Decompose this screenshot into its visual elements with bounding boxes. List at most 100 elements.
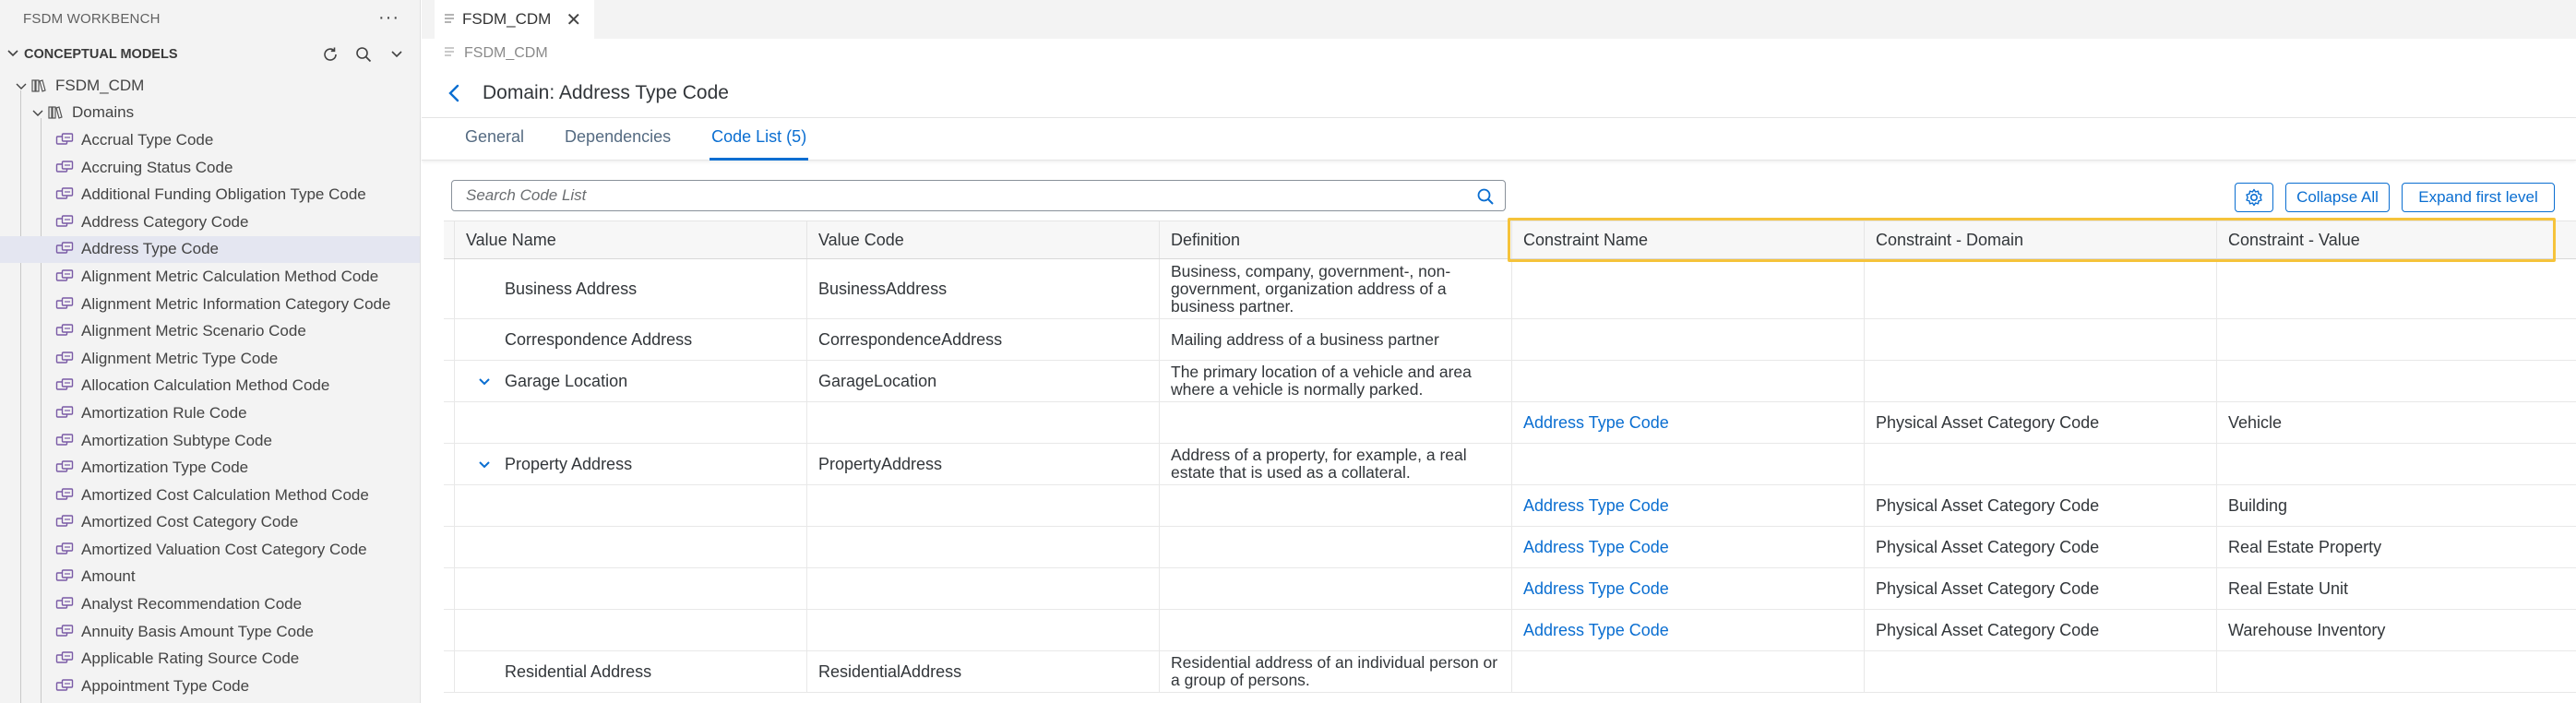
workbench-header: FSDM WORKBENCH ··· — [0, 0, 420, 37]
domain-icon — [55, 131, 74, 149]
constraint-name-link[interactable]: Address Type Code — [1523, 413, 1669, 432]
chevron-down-icon[interactable] — [387, 44, 407, 65]
folder-icon — [46, 103, 65, 122]
sidebar-item-domain[interactable]: Analyst Recommendation Code — [0, 590, 420, 618]
table-row[interactable]: Address Type Code Physical Asset Category… — [444, 568, 2576, 610]
expand-first-level-button[interactable]: Expand first level — [2402, 183, 2555, 212]
sidebar-item-domain[interactable]: Additional Funding Obligation Type Code — [0, 181, 420, 209]
column-header[interactable]: Constraint Name — [1512, 221, 1865, 258]
value-code-cell — [807, 527, 1160, 567]
file-lines-icon — [444, 10, 455, 29]
more-actions-icon[interactable]: ··· — [378, 7, 400, 29]
constraint-name-link[interactable]: Address Type Code — [1523, 496, 1669, 515]
sidebar-item-label: Additional Funding Obligation Type Code — [81, 185, 366, 204]
column-header[interactable]: Constraint - Value — [2217, 221, 2576, 258]
row-selector[interactable] — [444, 610, 455, 650]
back-arrow-icon[interactable] — [444, 82, 466, 104]
tab-dependencies[interactable]: Dependencies — [565, 127, 671, 160]
column-header[interactable]: Value Code — [807, 221, 1160, 258]
sidebar-item-domain[interactable]: Amortization Subtype Code — [0, 427, 420, 455]
table-settings-button[interactable] — [2235, 183, 2273, 212]
sidebar-item-domain[interactable]: Address Type Code — [0, 235, 420, 264]
value-name: Business Address — [505, 280, 638, 298]
search-icon[interactable] — [1475, 186, 1496, 207]
table-row[interactable]: Address Type Code Physical Asset Category… — [444, 485, 2576, 527]
row-selector[interactable] — [444, 259, 455, 318]
tab-code-list[interactable]: Code List (5) — [710, 127, 809, 161]
sidebar-item-domain[interactable]: Allocation Calculation Method Code — [0, 373, 420, 400]
definition-text: Address of a property, for example, a re… — [1171, 446, 1467, 482]
sidebar-item-domain[interactable]: Annuity Basis Amount Type Code — [0, 618, 420, 646]
tree-item-label: FSDM_CDM — [55, 76, 145, 94]
sidebar-item-domain[interactable]: Address Category Code — [0, 209, 420, 236]
sidebar-item-domain[interactable]: Accrual Type Code — [0, 126, 420, 154]
sidebar-item-domain[interactable]: Accruing Status Code — [0, 154, 420, 182]
constraint-domain-cell: Physical Asset Category Code — [1865, 485, 2217, 526]
chevron-down-icon[interactable] — [477, 374, 497, 388]
collapse-all-button[interactable]: Collapse All — [2285, 183, 2390, 212]
sidebar-item-domain[interactable]: Amortized Valuation Cost Category Code — [0, 536, 420, 564]
sidebar-item-domain[interactable]: Alignment Metric Type Code — [0, 345, 420, 373]
tree-item-domains[interactable]: Domains — [0, 100, 420, 127]
search-field[interactable] — [451, 180, 1506, 211]
tab-general[interactable]: General — [465, 127, 524, 160]
sidebar-item-domain[interactable]: Amortized Cost Category Code — [0, 509, 420, 537]
sidebar-item-label: Amount — [81, 567, 136, 586]
row-selector[interactable] — [444, 485, 455, 526]
row-selector[interactable] — [444, 651, 455, 692]
tree-item-model[interactable]: FSDM_CDM — [0, 72, 420, 100]
definition-text: Business, company, government-, non-gove… — [1171, 261, 1451, 316]
sidebar-item-domain[interactable]: Amortization Rule Code — [0, 399, 420, 427]
refresh-icon[interactable] — [320, 44, 340, 65]
sidebar-item-domain[interactable]: Alignment Metric Information Category Co… — [0, 291, 420, 318]
table-row[interactable]: Address Type Code Physical Asset Category… — [444, 610, 2576, 651]
sidebar-item-domain[interactable]: Alignment Metric Calculation Method Code — [0, 263, 420, 291]
constraint-name-cell: Address Type Code — [1512, 610, 1865, 650]
sidebar-item-domain[interactable]: Alignment Metric Scenario Code — [0, 317, 420, 345]
chevron-down-icon[interactable] — [13, 77, 30, 94]
sidebar-item-domain[interactable]: Applicable Rating Source Code — [0, 645, 420, 673]
sidebar-item-label: Alignment Metric Calculation Method Code — [81, 267, 379, 285]
constraint-name-link[interactable]: Address Type Code — [1523, 579, 1669, 598]
table-row[interactable]: Correspondence Address CorrespondenceAddr… — [444, 319, 2576, 361]
chevron-down-icon[interactable] — [30, 104, 46, 121]
definition-cell — [1160, 402, 1512, 443]
conceptual-models-section[interactable]: CONCEPTUAL MODELS — [0, 37, 420, 72]
column-header[interactable]: Definition — [1160, 221, 1512, 258]
table-row[interactable]: Garage Location GarageLocation The primary… — [444, 361, 2576, 402]
value-name: Correspondence Address — [505, 330, 693, 349]
column-header[interactable]: Value Name — [455, 221, 807, 258]
value-name-cell: Property Address — [455, 444, 807, 484]
search-icon[interactable] — [353, 44, 374, 65]
constraint-name-link[interactable]: Address Type Code — [1523, 538, 1669, 556]
row-selector[interactable] — [444, 527, 455, 567]
page-title: Domain: Address Type Code — [483, 81, 729, 103]
row-selector[interactable] — [444, 444, 455, 484]
search-input[interactable] — [452, 181, 1467, 210]
table-row[interactable]: Address Type Code Physical Asset Category… — [444, 527, 2576, 568]
sidebar-item-domain[interactable]: Amortization Type Code — [0, 454, 420, 482]
sidebar-item-domain[interactable]: Appointment Type Code — [0, 673, 420, 700]
close-icon[interactable]: ✕ — [566, 8, 581, 31]
row-selector[interactable] — [444, 402, 455, 443]
row-selector[interactable] — [444, 361, 455, 401]
sidebar-item-label: Appointment Type Code — [81, 676, 250, 695]
chevron-down-icon[interactable] — [477, 457, 497, 471]
constraint-domain: Physical Asset Category Code — [1876, 538, 2100, 556]
table-row[interactable]: Business Address BusinessAddress Business,… — [444, 259, 2576, 319]
table-row[interactable]: Property Address PropertyAddress Address o… — [444, 444, 2576, 485]
domain-icon — [55, 567, 74, 586]
column-header[interactable]: Constraint - Domain — [1865, 221, 2217, 258]
constraint-name-link[interactable]: Address Type Code — [1523, 621, 1669, 639]
table-row[interactable]: Residential Address ResidentialAddress Res… — [444, 651, 2576, 693]
editor-tab[interactable]: FSDM_CDM ✕ — [435, 0, 595, 39]
sidebar-item-domain[interactable]: Amortized Cost Calculation Method Code — [0, 482, 420, 509]
value-code-cell: GarageLocation — [807, 361, 1160, 401]
row-selector[interactable] — [444, 319, 455, 360]
row-selector[interactable] — [444, 568, 455, 609]
sidebar-item-domain[interactable]: Amount — [0, 564, 420, 591]
domain-icon — [55, 240, 74, 258]
chevron-down-icon[interactable] — [2, 45, 24, 64]
table-row[interactable]: Address Type Code Physical Asset Category… — [444, 402, 2576, 444]
breadcrumb-item[interactable]: FSDM_CDM — [464, 45, 548, 62]
